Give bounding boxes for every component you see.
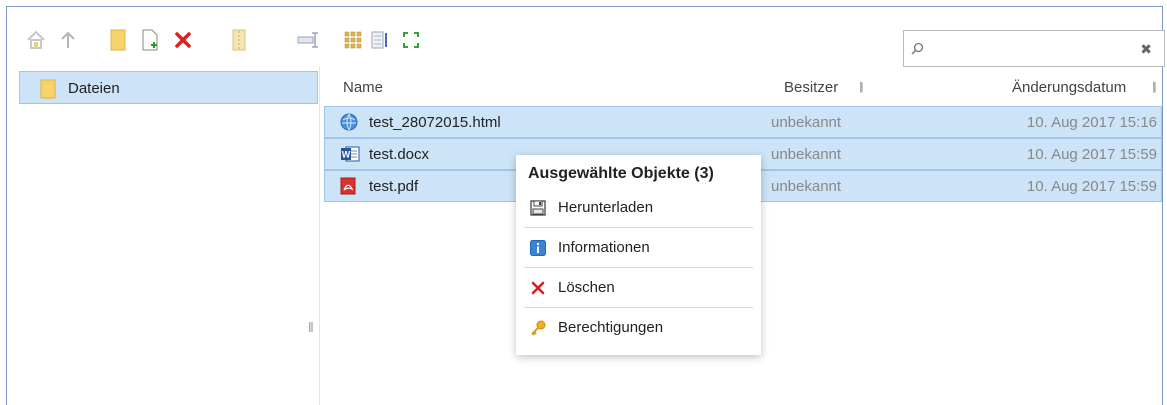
search-icon xyxy=(911,42,924,58)
file-owner: unbekannt xyxy=(771,114,842,131)
file-date: 10. Aug 2017 15:16 xyxy=(1026,114,1157,131)
menu-item-download[interactable]: Herunterladen xyxy=(516,189,761,227)
column-resize-handle[interactable]: ||| xyxy=(859,81,863,93)
svg-text:W: W xyxy=(342,150,351,160)
new-folder-icon[interactable] xyxy=(105,27,131,53)
menu-item-label: Informationen xyxy=(558,239,650,256)
word-icon: W xyxy=(340,145,360,166)
resize-handle[interactable]: ‖ xyxy=(308,319,314,335)
rename-icon[interactable] xyxy=(295,27,321,53)
menu-item-label: Herunterladen xyxy=(558,199,654,216)
folder-tree: Dateien ‖ xyxy=(7,67,320,405)
file-name: test.docx xyxy=(369,146,430,163)
web-icon xyxy=(340,113,358,134)
up-arrow-icon[interactable] xyxy=(55,27,81,53)
file-date: 10. Aug 2017 15:59 xyxy=(1026,146,1157,163)
archive-icon[interactable] xyxy=(226,27,252,53)
context-menu: Ausgewählte Objekte (3) Herunterladen In… xyxy=(516,155,761,355)
clear-search-icon[interactable]: ✖ xyxy=(1140,41,1152,58)
menu-item-permissions[interactable]: Berechtigungen xyxy=(516,309,761,347)
file-owner: unbekannt xyxy=(771,178,842,195)
delete-icon xyxy=(530,280,546,299)
table-row[interactable]: test_28072015.html unbekannt 10. Aug 201… xyxy=(324,106,1162,138)
sidebar-item-dateien[interactable]: Dateien xyxy=(19,71,318,104)
column-header: Name Besitzer ||| Änderungsdatum ||| xyxy=(320,67,1162,107)
save-icon xyxy=(530,200,546,219)
delete-icon[interactable] xyxy=(170,27,196,53)
file-name: test_28072015.html xyxy=(369,114,501,131)
fullscreen-icon[interactable] xyxy=(398,27,424,53)
column-resize-handle[interactable]: ||| xyxy=(1152,81,1156,93)
menu-divider xyxy=(524,227,753,228)
file-date: 10. Aug 2017 15:59 xyxy=(1026,178,1157,195)
list-view-icon[interactable] xyxy=(367,27,393,53)
file-name: test.pdf xyxy=(369,178,419,195)
menu-divider xyxy=(524,307,753,308)
pdf-icon xyxy=(340,177,356,198)
grid-view-icon[interactable] xyxy=(340,27,366,53)
folder-icon xyxy=(40,79,56,102)
menu-item-label: Berechtigungen xyxy=(558,319,664,336)
column-name[interactable]: Name xyxy=(343,79,383,96)
column-owner[interactable]: Besitzer xyxy=(784,79,838,96)
home-icon[interactable] xyxy=(23,27,49,53)
key-icon xyxy=(530,320,546,339)
sidebar-item-label: Dateien xyxy=(68,80,120,97)
info-icon xyxy=(530,240,546,259)
search-input[interactable] xyxy=(930,35,1134,64)
menu-item-label: Löschen xyxy=(558,279,615,296)
context-menu-title: Ausgewählte Objekte (3) xyxy=(528,165,714,182)
new-file-icon[interactable] xyxy=(137,27,163,53)
search-box: ✖ xyxy=(903,30,1165,67)
file-owner: unbekannt xyxy=(771,146,842,163)
menu-item-info[interactable]: Informationen xyxy=(516,229,761,267)
toolbar: ✖ xyxy=(7,7,1165,67)
menu-item-delete[interactable]: Löschen xyxy=(516,269,761,307)
column-date[interactable]: Änderungsdatum xyxy=(1012,79,1126,96)
menu-divider xyxy=(524,267,753,268)
